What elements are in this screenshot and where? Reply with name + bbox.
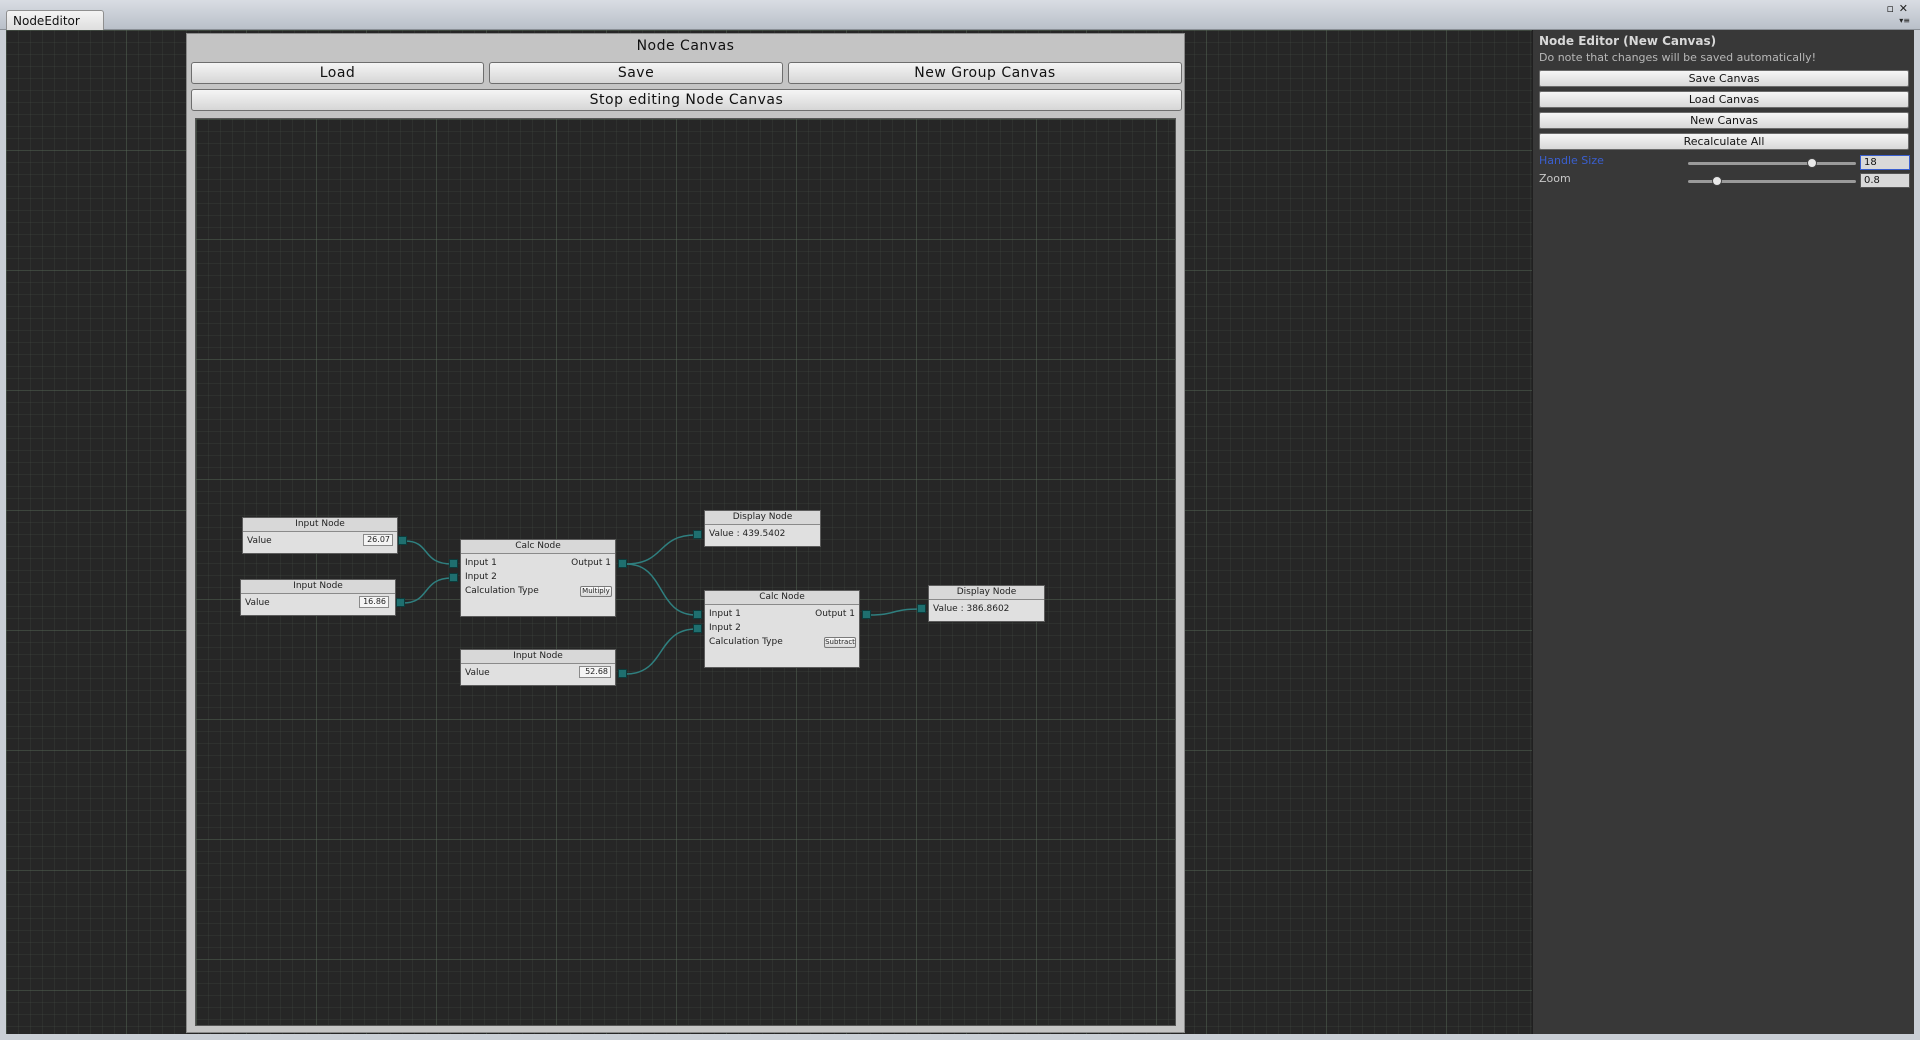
stop-editing-button[interactable]: Stop editing Node Canvas xyxy=(191,89,1182,111)
wire-calc2-display2 xyxy=(869,608,921,616)
value-input[interactable]: 26.07 xyxy=(363,534,393,546)
node-canvas-grid[interactable]: Input Node Value 26.07 Input Node Value … xyxy=(195,118,1176,1026)
value-input[interactable]: 52.68 xyxy=(579,666,611,678)
wire-calc1-calc2 xyxy=(625,563,697,616)
calc-node-title: Calc Node xyxy=(705,591,859,605)
zoom-slider[interactable] xyxy=(1688,176,1856,186)
display-node-title: Display Node xyxy=(705,511,820,525)
output-knob[interactable] xyxy=(618,559,627,568)
output-knob[interactable] xyxy=(618,669,627,678)
calculation-type-dropdown[interactable]: Multiply xyxy=(580,586,612,597)
input-node[interactable]: Input Node Value 16.86 xyxy=(240,579,396,616)
window-frame-bottom xyxy=(0,1034,1920,1040)
display-node[interactable]: Display Node Value : 439.5402 xyxy=(704,510,821,547)
calculation-type-label: Calculation Type xyxy=(465,586,539,596)
window-titlebar: NodeEditor ▫ ✕ ▾≡ xyxy=(0,0,1920,30)
wire-input3-calc2 xyxy=(625,628,697,675)
zoom-slider-thumb[interactable] xyxy=(1711,176,1722,186)
input-node-title: Input Node xyxy=(243,518,397,532)
node-editor-app: NodeEditor ▫ ✕ ▾≡ Node Canvas Load Save … xyxy=(0,0,1920,1040)
value-label: Value xyxy=(245,598,270,608)
input-knob[interactable] xyxy=(449,573,458,582)
output-knob[interactable] xyxy=(862,610,871,619)
new-canvas-button[interactable]: New Canvas xyxy=(1539,112,1909,129)
display-node[interactable]: Display Node Value : 386.8602 xyxy=(928,585,1045,622)
input-node-title: Input Node xyxy=(461,650,615,664)
calc-node[interactable]: Calc Node Input 1 Output 1 Input 2 Calcu… xyxy=(704,590,860,668)
value-input[interactable]: 16.86 xyxy=(359,596,389,608)
input-knob[interactable] xyxy=(449,559,458,568)
input-node[interactable]: Input Node Value 26.07 xyxy=(242,517,398,554)
display-value: Value : 386.8602 xyxy=(933,604,1010,614)
display-node-title: Display Node xyxy=(929,586,1044,600)
connection-wires xyxy=(402,534,921,675)
zoom-label: Zoom xyxy=(1539,172,1571,185)
input-2-label: Input 2 xyxy=(465,572,497,582)
handle-size-label: Handle Size xyxy=(1539,154,1604,167)
recalculate-all-button[interactable]: Recalculate All xyxy=(1539,133,1909,150)
node-canvas-window[interactable]: Node Canvas Load Save New Group Canvas S… xyxy=(186,33,1185,1033)
calc-node-title: Calc Node xyxy=(461,540,615,554)
node-canvas-title: Node Canvas xyxy=(636,38,735,54)
output-1-label: Output 1 xyxy=(571,558,611,568)
input-knob[interactable] xyxy=(693,624,702,633)
input-2-label: Input 2 xyxy=(709,623,741,633)
zoom-field[interactable]: 0.8 xyxy=(1860,173,1910,188)
calc-node[interactable]: Calc Node Input 1 Output 1 Input 2 Calcu… xyxy=(460,539,616,617)
panel-title: Node Editor (New Canvas) xyxy=(1539,34,1717,48)
close-icon[interactable]: ✕ xyxy=(1899,3,1908,14)
save-canvas-button[interactable]: Save Canvas xyxy=(1539,70,1909,87)
window-tab[interactable]: NodeEditor xyxy=(6,10,104,30)
window-tab-label: NodeEditor xyxy=(13,14,80,28)
handle-size-field[interactable]: 18 xyxy=(1860,155,1910,170)
calculation-type-dropdown[interactable]: Subtract xyxy=(824,637,856,648)
input-node-title: Input Node xyxy=(241,580,395,594)
wire-input2-calc1 xyxy=(402,577,453,604)
input-1-label: Input 1 xyxy=(709,609,741,619)
output-knob[interactable] xyxy=(396,598,405,607)
load-canvas-button[interactable]: Load Canvas xyxy=(1539,91,1909,108)
input-knob[interactable] xyxy=(693,610,702,619)
handle-size-slider[interactable] xyxy=(1688,158,1856,168)
panel-note: Do note that changes will be saved autom… xyxy=(1539,51,1817,64)
load-button[interactable]: Load xyxy=(191,62,484,84)
input-1-label: Input 1 xyxy=(465,558,497,568)
calculation-type-label: Calculation Type xyxy=(709,637,783,647)
input-knob[interactable] xyxy=(693,530,702,539)
display-value: Value : 439.5402 xyxy=(709,529,786,539)
value-label: Value xyxy=(465,668,490,678)
maximize-icon[interactable]: ▫ xyxy=(1887,3,1894,14)
output-knob[interactable] xyxy=(398,536,407,545)
options-icon[interactable]: ▾≡ xyxy=(1899,16,1910,26)
new-group-canvas-button[interactable]: New Group Canvas xyxy=(788,62,1182,84)
handle-size-slider-thumb[interactable] xyxy=(1806,158,1817,168)
inspector-panel: Node Editor (New Canvas) Do note that ch… xyxy=(1532,30,1914,1034)
window-frame-right xyxy=(1914,30,1920,1040)
input-node[interactable]: Input Node Value 52.68 xyxy=(460,649,616,686)
wire-calc1-display1 xyxy=(625,534,697,565)
output-1-label: Output 1 xyxy=(815,609,855,619)
value-label: Value xyxy=(247,536,272,546)
input-knob[interactable] xyxy=(917,604,926,613)
save-button[interactable]: Save xyxy=(489,62,783,84)
wire-input1-calc1 xyxy=(404,540,453,565)
